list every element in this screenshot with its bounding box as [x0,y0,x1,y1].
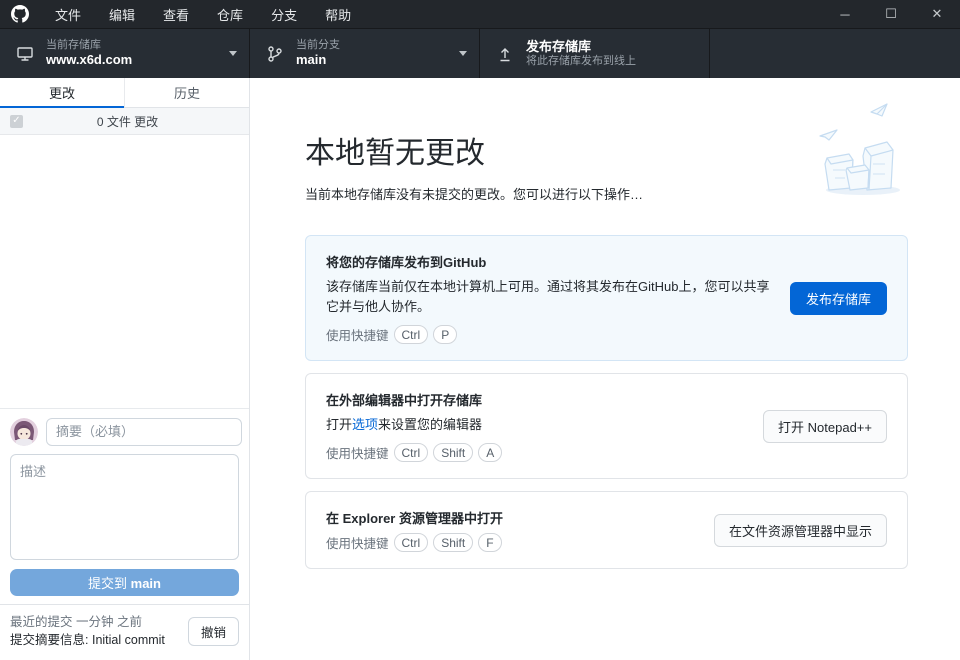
window-controls: ─ ☐ ✕ [822,0,960,28]
changes-list-empty-area [0,135,249,408]
card-editor-title: 在外部编辑器中打开存储库 [326,390,745,409]
publish-subtitle: 将此存储库发布到线上 [526,55,636,69]
paper-stack-illustration [813,98,908,198]
chevron-down-icon [459,51,467,56]
upload-icon [496,45,514,63]
chevron-down-icon [229,51,237,56]
avatar [10,418,38,446]
kbd-shift: Shift [433,533,473,552]
maximize-button[interactable]: ☐ [868,0,914,28]
kbd-shift: Shift [433,443,473,462]
open-notepad-button[interactable]: 打开 Notepad++ [763,410,887,443]
options-link[interactable]: 选项 [352,417,378,432]
menu-repository[interactable]: 仓库 [203,0,257,28]
card-publish-repository: 将您的存储库发布到GitHub 该存储库当前仅在本地计算机上可用。通过将其发布在… [305,235,908,361]
card-explorer-shortcut: 使用快捷键 Ctrl Shift F [326,533,696,552]
close-button[interactable]: ✕ [914,0,960,28]
show-in-explorer-button[interactable]: 在文件资源管理器中显示 [714,514,887,547]
changed-files-header: ✓ 0 文件 更改 [0,108,249,135]
kbd-f: F [478,533,501,552]
kbd-a: A [478,443,502,462]
minimize-button[interactable]: ─ [822,0,868,28]
recent-commit-section: 最近的提交 一分钟 之前 提交摘要信息: Initial commit 撤销 [0,604,249,660]
kbd-p: P [433,325,457,344]
menu-bar: 文件 编辑 查看 仓库 分支 帮助 [41,0,365,28]
kbd-ctrl: Ctrl [394,325,429,344]
card-editor-shortcut: 使用快捷键 Ctrl Shift A [326,443,745,462]
commit-description-input[interactable] [10,454,239,560]
current-branch-label: 当前分支 [296,39,340,53]
sidebar-tabs: 更改 历史 [0,78,249,108]
toolbar: 当前存储库 www.x6d.com 当前分支 main 发布存储库 将此存储库发… [0,28,960,78]
commit-to-main-button[interactable]: 提交到 main [10,569,239,596]
card-explorer-title: 在 Explorer 资源管理器中打开 [326,508,696,527]
computer-icon [16,45,34,63]
files-changed-count: 0 文件 更改 [0,113,249,130]
menu-file[interactable]: 文件 [41,0,95,28]
tab-history[interactable]: 历史 [125,78,249,107]
current-branch-value: main [296,52,340,68]
select-all-checkbox[interactable]: ✓ [10,115,23,128]
card-publish-title: 将您的存储库发布到GitHub [326,252,772,271]
commit-form: 提交到 main [0,408,249,604]
card-publish-body: 该存储库当前仅在本地计算机上可用。通过将其发布在GitHub上，您可以共享它并与… [326,277,772,317]
menu-view[interactable]: 查看 [149,0,203,28]
undo-button[interactable]: 撤销 [188,617,239,646]
current-repository-selector[interactable]: 当前存储库 www.x6d.com [0,29,250,78]
commit-summary-input[interactable] [46,418,242,446]
kbd-ctrl: Ctrl [394,443,429,462]
card-publish-shortcut: 使用快捷键 Ctrl P [326,325,772,344]
tab-changes[interactable]: 更改 [0,78,125,107]
publish-title: 发布存储库 [526,39,636,55]
card-open-in-explorer: 在 Explorer 资源管理器中打开 使用快捷键 Ctrl Shift F 在… [305,491,908,569]
recent-commit-time: 最近的提交 一分钟 之前 [10,613,165,632]
menu-branch[interactable]: 分支 [257,0,311,28]
main-panel: 本地暂无更改 当前本地存储库没有未提交的更改。您可以进行以下操作… 将您的存储库… [250,78,960,660]
current-repository-label: 当前存储库 [46,39,132,53]
sidebar: 更改 历史 ✓ 0 文件 更改 [0,78,250,660]
github-logo-icon [11,5,29,23]
github-desktop-window: 文件 编辑 查看 仓库 分支 帮助 ─ ☐ ✕ 当前存储库 www.x6d.co… [0,0,960,660]
card-editor-body: 打开选项来设置您的编辑器 [326,415,745,435]
current-branch-selector[interactable]: 当前分支 main [250,29,480,78]
current-repository-value: www.x6d.com [46,52,132,68]
card-open-in-editor: 在外部编辑器中打开存储库 打开选项来设置您的编辑器 使用快捷键 Ctrl Shi… [305,373,908,479]
recent-commit-summary: 提交摘要信息: Initial commit [10,631,165,650]
menu-help[interactable]: 帮助 [311,0,365,28]
kbd-ctrl: Ctrl [394,533,429,552]
menu-edit[interactable]: 编辑 [95,0,149,28]
publish-repository-toolbar-button[interactable]: 发布存储库 将此存储库发布到线上 [480,29,710,78]
branch-icon [266,45,284,63]
titlebar: 文件 编辑 查看 仓库 分支 帮助 ─ ☐ ✕ [0,0,960,28]
publish-repository-button[interactable]: 发布存储库 [790,282,887,315]
